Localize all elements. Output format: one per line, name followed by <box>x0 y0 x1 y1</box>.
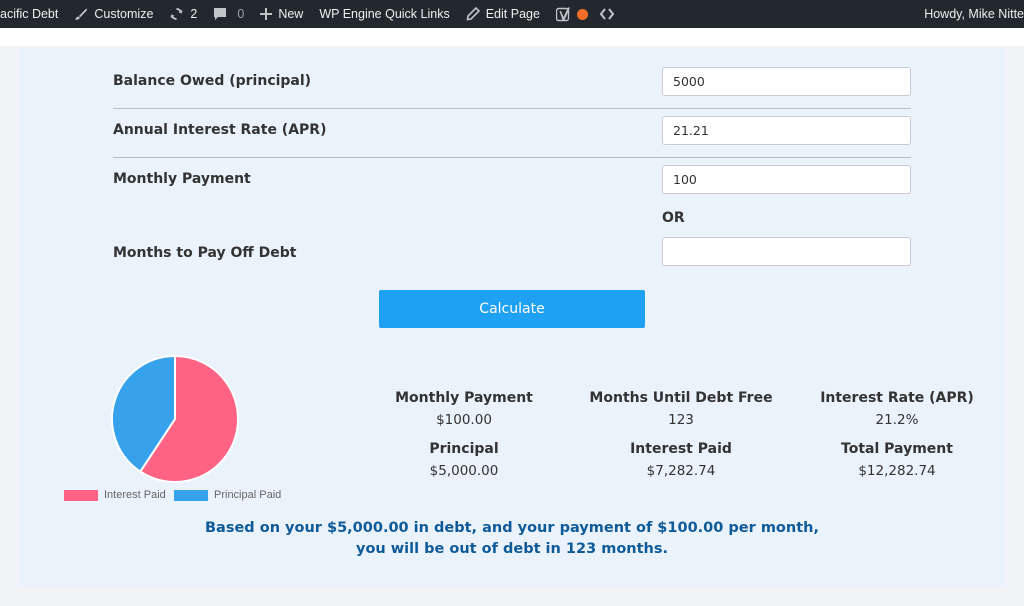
apr-input[interactable] <box>662 116 911 145</box>
customize-label: Customize <box>94 7 154 21</box>
divider <box>113 108 911 109</box>
howdy-label: Howdy, Mike Nitte <box>924 7 1024 21</box>
result-monthly-payment-label: Monthly Payment <box>395 390 533 406</box>
months-label: Months to Pay Off Debt <box>113 245 297 261</box>
code-menu[interactable] <box>592 0 628 28</box>
comments-count: 0 <box>237 7 245 21</box>
seo-status-dot <box>576 8 588 20</box>
apr-label: Annual Interest Rate (APR) <box>113 122 327 138</box>
edit-page-label: Edit Page <box>485 7 540 21</box>
debt-pie-chart <box>111 354 239 483</box>
edit-page-link[interactable]: Edit Page <box>458 0 548 28</box>
updates-icon <box>169 7 184 21</box>
result-total-label: Total Payment <box>841 441 953 457</box>
quick-links-menu[interactable]: WP Engine Quick Links <box>311 0 457 28</box>
quick-links-label: WP Engine Quick Links <box>319 7 450 21</box>
legend-label-principal: Principal Paid <box>214 489 282 501</box>
legend-swatch-interest <box>64 489 98 501</box>
updates-link[interactable]: 2 <box>161 0 205 28</box>
wp-admin-bar: acific Debt Customize 2 0 New WP Engine … <box>0 0 1024 28</box>
result-months-value: 123 <box>668 412 694 428</box>
monthly-payment-label: Monthly Payment <box>113 171 251 187</box>
legend-interest: Interest Paid <box>64 489 166 501</box>
seo-menu[interactable] <box>548 0 592 28</box>
comments-link[interactable]: 0 <box>205 0 252 28</box>
balance-label: Balance Owed (principal) <box>113 73 312 89</box>
result-rate-label: Interest Rate (APR) <box>820 390 974 406</box>
summary-message: Based on your $5,000.00 in debt, and you… <box>205 520 819 557</box>
divider <box>113 157 911 158</box>
customize-link[interactable]: Customize <box>66 0 161 28</box>
page-header-strip <box>0 28 1024 46</box>
site-name-link[interactable]: acific Debt <box>0 0 66 28</box>
result-principal-label: Principal <box>429 441 499 457</box>
balance-input[interactable] <box>662 67 911 96</box>
updates-count: 2 <box>190 7 198 21</box>
result-months-label: Months Until Debt Free <box>589 390 773 406</box>
account-menu[interactable]: Howdy, Mike Nitte <box>916 0 1024 28</box>
new-label: New <box>278 7 304 21</box>
paintbrush-icon <box>74 7 88 21</box>
code-icon <box>599 7 614 21</box>
plus-icon <box>260 8 273 20</box>
result-total-value: $12,282.74 <box>858 463 936 479</box>
legend-swatch-principal <box>174 489 208 501</box>
months-input[interactable] <box>662 237 911 266</box>
pencil-icon <box>466 7 480 21</box>
monthly-payment-input[interactable] <box>662 165 911 194</box>
legend-label-interest: Interest Paid <box>104 489 166 501</box>
calculate-button[interactable]: Calculate <box>379 290 645 328</box>
or-separator: OR <box>662 210 685 226</box>
result-interest-value: $7,282.74 <box>646 463 716 479</box>
site-name-label: acific Debt <box>0 7 59 21</box>
result-principal-value: $5,000.00 <box>429 463 499 479</box>
result-monthly-payment-value: $100.00 <box>436 412 492 428</box>
legend-principal: Principal Paid <box>174 489 281 501</box>
result-interest-label: Interest Paid <box>630 441 732 457</box>
yoast-icon <box>555 7 571 22</box>
comment-icon <box>213 7 227 21</box>
result-rate-value: 21.2% <box>875 412 919 428</box>
new-content-link[interactable]: New <box>252 0 311 28</box>
